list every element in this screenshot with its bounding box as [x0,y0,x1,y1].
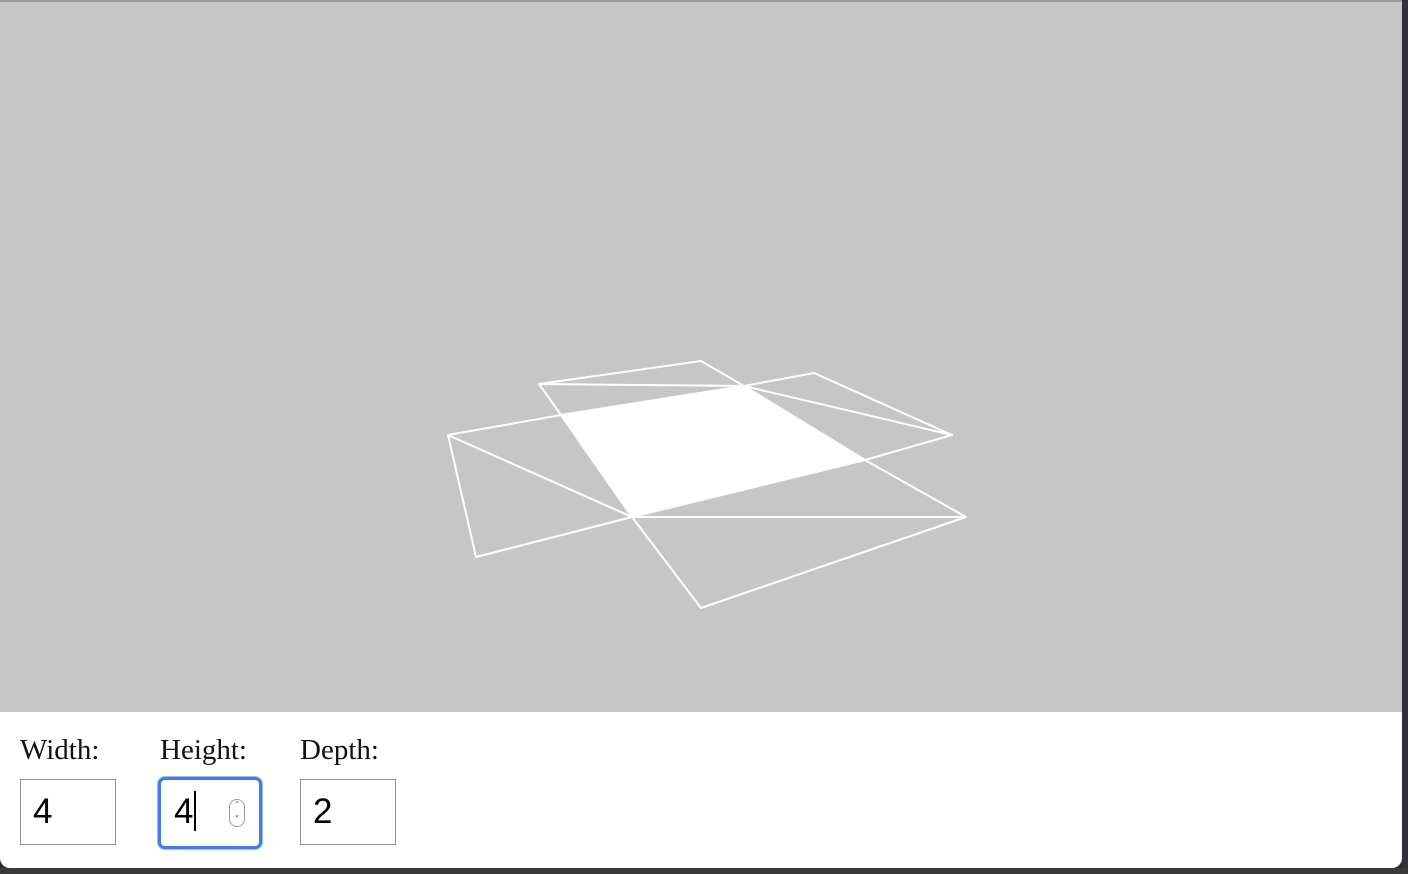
box-net-render [447,360,967,609]
width-value: 4 [33,792,53,831]
depth-label: Depth: [300,734,379,766]
depth-value: 2 [313,792,333,831]
box-top-face [560,385,866,518]
height-input[interactable]: 4 ⌃ ⌄ [158,777,262,849]
spin-up-icon[interactable]: ⌃ [230,800,244,810]
app-window: Width: 4 Height: 4 ⌃ ⌄ Depth: 2 [0,0,1402,868]
back-flap-crease [538,383,745,387]
height-field: Height: 4 ⌃ ⌄ [158,732,262,849]
width-label: Width: [20,734,100,766]
height-spinner[interactable]: ⌃ ⌄ [229,799,245,827]
height-value: 4 [174,792,194,831]
text-caret [194,790,197,831]
front-flap-crease [864,459,967,518]
height-label: Height: [160,734,247,766]
box-front-flap [631,516,967,609]
dimension-controls: Width: 4 Height: 4 ⌃ ⌄ Depth: 2 [0,712,1402,868]
width-field: Width: 4 [20,732,116,845]
desktop-background [1402,0,1408,874]
spin-down-icon[interactable]: ⌄ [230,810,244,820]
3d-viewport[interactable] [0,2,1402,712]
desktop-background-strip [0,868,1408,874]
depth-input[interactable]: 2 [300,779,396,845]
width-input[interactable]: 4 [20,779,116,845]
depth-field: Depth: 2 [300,732,396,845]
